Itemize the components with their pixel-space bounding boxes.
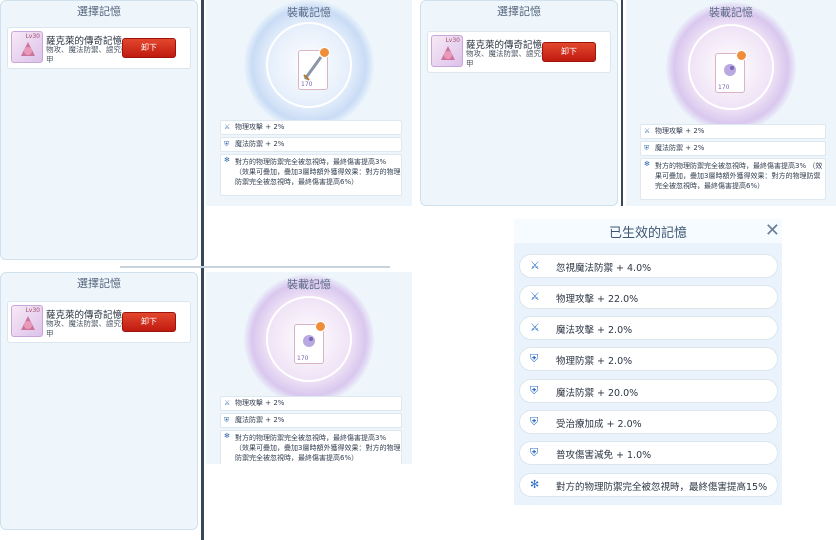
close-icon[interactable]: ✕	[765, 219, 780, 243]
sword-icon: ⚔	[530, 259, 540, 272]
effect-row: ✻ 對方的物理防禦完全被忽視時，最終傷害提高3% （效果可疊加，疊加3層時額外獲得…	[220, 430, 402, 464]
memory-level: 170	[297, 355, 309, 362]
gem-icon	[21, 316, 35, 330]
snowflake-icon: ✻	[530, 478, 540, 491]
divider	[621, 0, 623, 206]
equip-memory-panel: 裝載記憶 170 ⚔ 物理攻擊 + 2% ⛨ 魔法防禦 + 2% ✻ 對方的物理防禦完…	[626, 0, 836, 206]
stat-text: 物理攻擊 + 2%	[235, 399, 285, 407]
active-stat-row: ⚔ 忽視魔法防禦 + 4.0%	[519, 254, 778, 278]
active-stat-row: ⚔ 物理攻擊 + 22.0%	[519, 285, 778, 309]
remove-badge[interactable]	[315, 321, 326, 332]
unequip-button[interactable]: 卸下	[122, 312, 176, 332]
sword-icon: ⚔	[224, 123, 231, 131]
shield-icon: ⛨	[530, 384, 539, 397]
panel-title: 選擇記憶	[497, 5, 541, 18]
select-memory-panel: 選擇記憶 Lv30 薩克萊的傳奇記憶 物攻、魔法防禦、誼究破甲 卸下	[420, 0, 618, 206]
memory-thumbnail: Lv30	[431, 35, 463, 67]
memory-socket[interactable]: 170	[715, 50, 747, 93]
unequip-button[interactable]: 卸下	[122, 38, 176, 58]
remove-badge[interactable]	[736, 50, 747, 61]
stat-text: 受治療加成 + 2.0%	[556, 419, 642, 430]
panel-title: 裝載記憶	[287, 6, 331, 19]
stat-text: 魔法攻擊 + 2.0%	[556, 325, 633, 336]
select-memory-panel: 選擇記憶 Lv30 薩克萊的傳奇記憶 物攻、魔法防禦、誼究破甲 卸下	[0, 0, 198, 260]
sword-icon: ⚔	[644, 127, 651, 135]
unequip-button[interactable]: 卸下	[542, 42, 596, 62]
shield-icon: ⛨	[530, 415, 539, 428]
active-stat-row: ✻ 對方的物理防禦完全被忽視時，最終傷害提高15%	[519, 473, 778, 497]
memory-level: 170	[718, 84, 730, 91]
stat-list: ⚔ 物理攻擊 + 2% ⛨ 魔法防禦 + 2% ✻ 對方的物理防禦完全被忽視時，最終傷…	[220, 396, 402, 464]
snowflake-icon: ✻	[644, 160, 650, 168]
stat-list: ⚔ 物理攻擊 + 2% ⛨ 魔法防禦 + 2% ✻ 對方的物理防禦完全被忽視時，最終傷…	[640, 124, 826, 202]
active-stat-row: ⛨ 普攻傷害減免 + 1.0%	[519, 441, 778, 465]
panel-title: 已生效的記憶	[608, 226, 687, 241]
snowflake-icon: ✻	[224, 432, 230, 440]
memory-desc: 物攻、魔法防禦、誼究破甲	[46, 319, 129, 338]
shield-icon: ⛨	[224, 416, 230, 424]
shield-icon: ⛨	[530, 446, 539, 459]
active-stat-row: ⛨ 物理防禦 + 2.0%	[519, 347, 778, 371]
memory-desc: 物攻、魔法防禦、誼究破甲	[46, 45, 129, 64]
sword-icon: ⚔	[530, 290, 540, 303]
stat-text: 物理防禦 + 2.0%	[556, 356, 633, 367]
stat-row: ⛨ 魔法防禦 + 2%	[220, 413, 402, 428]
memory-thumbnail: Lv30	[11, 31, 43, 63]
stat-row: ⛨ 魔法防禦 + 2%	[220, 137, 402, 152]
equip-memory-panel: 裝載記憶 170 ⚔ 物理攻擊 + 2% ⛨ 魔法防禦 + 2% ✻ 對方的物理防禦完…	[206, 272, 412, 464]
sword-icon: ⚔	[530, 321, 540, 334]
panel-title: 裝載記憶	[287, 278, 331, 291]
memory-card[interactable]: Lv30 薩克萊的傳奇記憶 物攻、魔法防禦、誼究破甲 卸下	[427, 31, 611, 73]
equip-memory-panel: 裝載記憶 170 ⚔ 物理攻擊 + 2% ⛨ 魔法防禦 + 2% ✻ 對方的物理防禦完…	[206, 0, 412, 206]
stat-text: 魔法防禦 + 2%	[235, 140, 285, 148]
active-stat-row: ⛨ 魔法防禦 + 20.0%	[519, 379, 778, 403]
stat-text: 物理攻擊 + 2%	[235, 123, 285, 131]
active-stat-row: ⛨ 受治療加成 + 2.0%	[519, 410, 778, 434]
sword-icon: ⚔	[224, 399, 231, 407]
effect-row: ✻ 對方的物理防禦完全被忽視時，最終傷害提高3% （效果可疊加，疊加3層時額外獲得…	[220, 154, 402, 196]
memory-card[interactable]: Lv30 薩克萊的傳奇記憶 物攻、魔法防禦、誼究破甲 卸下	[7, 27, 191, 69]
remove-badge[interactable]	[319, 47, 330, 58]
stat-text: 魔法防禦 + 2%	[235, 416, 285, 424]
memory-thumbnail: Lv30	[11, 305, 43, 337]
panel-title: 裝載記憶	[709, 6, 753, 19]
select-memory-panel: 選擇記憶 Lv30 薩克萊的傳奇記憶 物攻、魔法防禦、誼究破甲 卸下	[0, 272, 198, 530]
stat-text: 魔法防禦 + 20.0%	[556, 388, 639, 399]
active-stat-row: ⚔ 魔法攻擊 + 2.0%	[519, 316, 778, 340]
active-header: 已生效的記憶 ✕	[514, 219, 782, 243]
snowflake-icon: ✻	[224, 156, 230, 164]
active-memory-panel: 已生效的記憶 ✕ ⚔ 忽視魔法防禦 + 4.0% ⚔ 物理攻擊 + 22.0% ⚔ 魔…	[514, 219, 782, 505]
memory-card[interactable]: Lv30 薩克萊的傳奇記憶 物攻、魔法防禦、誼究破甲 卸下	[7, 301, 191, 343]
stat-text: 普攻傷害減免 + 1.0%	[556, 450, 652, 461]
memory-desc: 物攻、魔法防禦、誼究破甲	[466, 49, 549, 68]
memory-level: 170	[301, 81, 313, 88]
shield-icon: ⛨	[224, 140, 230, 148]
stat-text: 物理攻擊 + 22.0%	[556, 294, 639, 305]
stat-row: ⚔ 物理攻擊 + 2%	[640, 124, 826, 139]
gem-icon	[21, 42, 35, 56]
stat-text: 對方的物理防禦完全被忽視時，最終傷害提高15%	[556, 482, 768, 493]
effect-text: 對方的物理防禦完全被忽視時，最終傷害提高3% （效果可疊加，疊加3層時額外獲得效…	[235, 434, 401, 462]
shield-icon: ⛨	[644, 144, 650, 152]
panel-title: 選擇記憶	[77, 277, 121, 290]
stat-row: ⛨ 魔法防禦 + 2%	[640, 141, 826, 156]
stat-text: 魔法防禦 + 2%	[655, 144, 705, 152]
shield-icon: ⛨	[530, 352, 539, 365]
stat-row: ⚔ 物理攻擊 + 2%	[220, 120, 402, 135]
stat-text: 忽視魔法防禦 + 4.0%	[556, 263, 652, 274]
divider	[120, 266, 390, 268]
memory-socket[interactable]: 170	[298, 47, 330, 90]
gem-icon	[441, 46, 455, 60]
stat-list: ⚔ 物理攻擊 + 2% ⛨ 魔法防禦 + 2% ✻ 對方的物理防禦完全被忽視時，最終傷…	[220, 120, 402, 198]
stat-text: 物理攻擊 + 2%	[655, 127, 705, 135]
effect-row: ✻ 對方的物理防禦完全被忽視時，最終傷害提高3% （效果可疊加，疊加3層時額外獲得…	[640, 158, 826, 200]
effect-text: 對方的物理防禦完全被忽視時，最終傷害提高3% （效果可疊加，疊加3層時額外獲得效…	[655, 162, 823, 190]
panel-title: 選擇記憶	[77, 5, 121, 18]
effect-text: 對方的物理防禦完全被忽視時，最終傷害提高3% （效果可疊加，疊加3層時額外獲得效…	[235, 158, 401, 186]
memory-socket[interactable]: 170	[294, 321, 326, 364]
stat-row: ⚔ 物理攻擊 + 2%	[220, 396, 402, 411]
divider	[201, 0, 204, 540]
